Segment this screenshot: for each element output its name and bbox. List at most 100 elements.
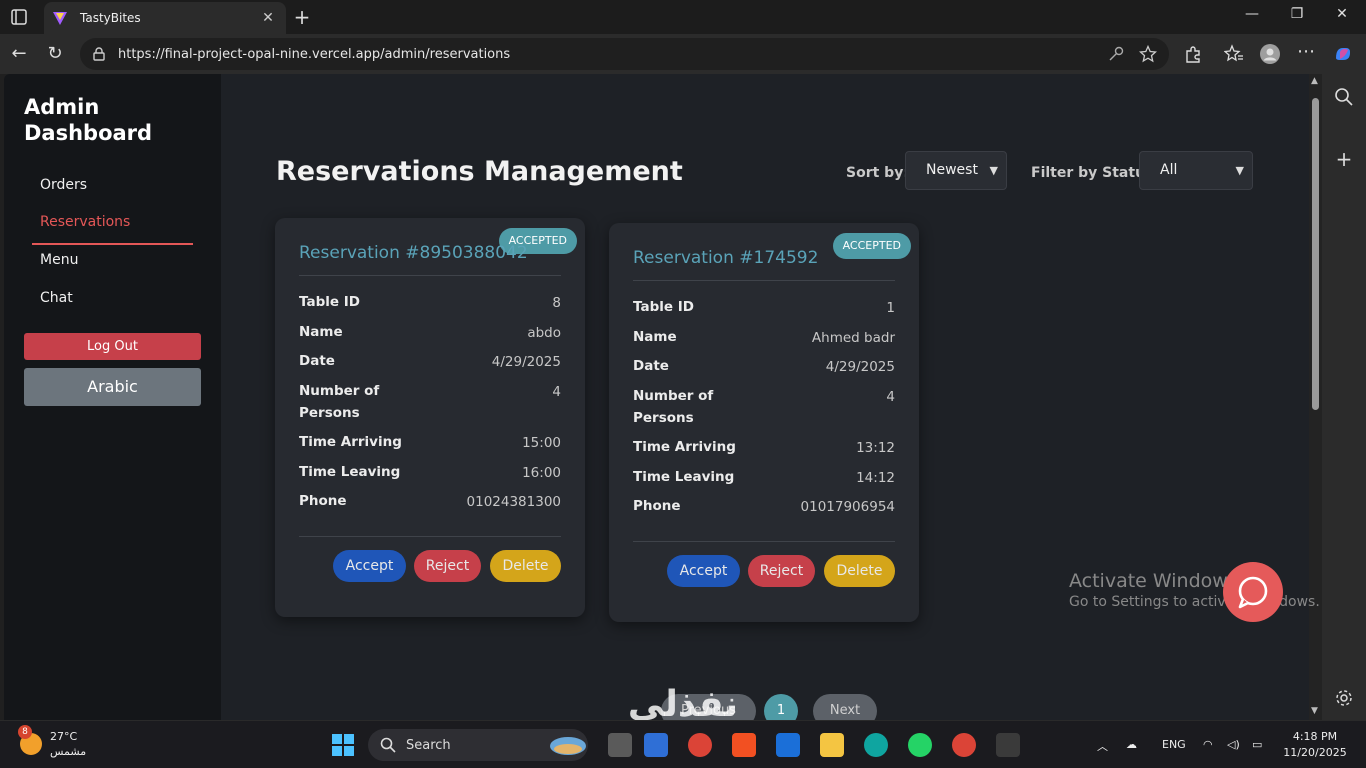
page-1-button[interactable]: 1: [764, 694, 798, 720]
accept-button[interactable]: Accept: [667, 555, 740, 587]
next-page-button[interactable]: Next: [813, 694, 877, 720]
name-label: Name: [299, 324, 343, 340]
minimize-icon[interactable]: —: [1242, 6, 1262, 22]
persons-value: 4: [552, 384, 561, 400]
reject-button[interactable]: Reject: [748, 555, 815, 587]
chevron-down-icon: ▼: [989, 164, 998, 177]
key-icon[interactable]: [1107, 45, 1125, 63]
widgets-app-icon[interactable]: [644, 733, 668, 757]
time-leaving-label: Time Leaving: [633, 469, 735, 485]
scroll-up-icon[interactable]: ▲: [1311, 76, 1318, 86]
logout-button[interactable]: Log Out: [24, 333, 201, 360]
delete-button[interactable]: Delete: [490, 550, 561, 582]
tab-title: TastyBites: [80, 11, 141, 25]
chat-button[interactable]: [1223, 562, 1283, 622]
sort-selected-value: Newest: [926, 162, 978, 178]
phone-value: 01017906954: [800, 499, 895, 515]
sidebar-item-menu[interactable]: Menu: [40, 252, 78, 268]
chat-bubble-icon: [1238, 576, 1268, 609]
reservation-title: Reservation #174592: [633, 248, 819, 268]
language-indicator[interactable]: ENG: [1162, 738, 1186, 751]
sidebar-item-chat[interactable]: Chat: [40, 290, 73, 306]
more-options-icon[interactable]: ⋯: [1295, 41, 1317, 63]
name-value: Ahmed badr: [811, 330, 895, 346]
web-page: Admin Dashboard Orders Reservations Menu…: [4, 74, 1322, 720]
date-value: 4/29/2025: [491, 354, 561, 370]
active-item-underline: [32, 243, 193, 245]
status-badge: ACCEPTED: [832, 233, 911, 259]
close-window-icon[interactable]: ✕: [1332, 6, 1352, 22]
scrollbar-thumb[interactable]: [1312, 98, 1319, 410]
windows-taskbar: 8 27°C مشمس Search ︿ ☁ ENG ◠ ◁) ▭ 4:18 P…: [0, 720, 1366, 768]
sidebar-title: Admin Dashboard: [24, 95, 153, 145]
extensions-icon[interactable]: [1183, 44, 1203, 64]
wifi-icon[interactable]: ◠: [1203, 738, 1213, 751]
taskbar-search[interactable]: Search: [368, 729, 588, 761]
profile-avatar-icon[interactable]: [1260, 44, 1280, 64]
settings-gear-icon[interactable]: [1334, 688, 1354, 708]
name-label: Name: [633, 329, 677, 345]
admin-sidebar: Admin Dashboard Orders Reservations Menu…: [4, 74, 221, 720]
main-content: Reservations Management Sort by: Newest …: [221, 74, 1309, 720]
copilot-icon[interactable]: [1333, 44, 1353, 64]
scroll-down-icon[interactable]: ▼: [1311, 706, 1318, 716]
onedrive-cloud-icon[interactable]: ☁: [1126, 738, 1137, 751]
tray-overflow-chevron-icon[interactable]: ︿: [1097, 738, 1108, 754]
chrome-icon[interactable]: [688, 733, 712, 757]
previous-page-button[interactable]: Previous: [661, 694, 756, 720]
close-tab-icon[interactable]: ✕: [258, 10, 278, 26]
table-id-value: 8: [552, 295, 561, 311]
new-tab-icon[interactable]: +: [292, 5, 312, 29]
sidebar-item-reservations[interactable]: Reservations: [40, 214, 130, 230]
site-info-icon[interactable]: [92, 47, 106, 61]
chevron-down-icon: ▼: [1235, 164, 1244, 177]
name-value: abdo: [527, 325, 561, 341]
table-id-value: 1: [886, 300, 895, 316]
page-title: Reservations Management: [276, 156, 683, 187]
time-arriving-value: 15:00: [522, 435, 561, 451]
divider: [633, 541, 895, 542]
status-filter-select[interactable]: All ▼: [1139, 151, 1253, 190]
reject-button[interactable]: Reject: [414, 550, 481, 582]
delete-button[interactable]: Delete: [824, 555, 895, 587]
battery-icon[interactable]: ▭: [1252, 738, 1262, 751]
refresh-icon[interactable]: ↻: [44, 43, 66, 65]
phone-label: Phone: [299, 493, 347, 509]
tab-actions-icon[interactable]: [10, 8, 28, 26]
accept-button[interactable]: Accept: [333, 550, 406, 582]
search-icon: [380, 737, 396, 753]
address-bar[interactable]: https://final-project-opal-nine.vercel.a…: [80, 38, 1169, 70]
app-icon[interactable]: [996, 733, 1020, 757]
search-label: Search: [406, 737, 451, 753]
file-explorer-icon[interactable]: [820, 733, 844, 757]
arabic-language-button[interactable]: Arabic: [24, 368, 201, 406]
page-scrollbar[interactable]: ▲ ▼: [1309, 74, 1322, 720]
temperature-text: 27°C: [50, 730, 78, 743]
url-text[interactable]: https://final-project-opal-nine.vercel.a…: [118, 47, 1093, 62]
back-icon[interactable]: ←: [8, 43, 30, 65]
divider: [633, 280, 895, 281]
search-highlight-icon: [550, 737, 586, 755]
sidebar-item-orders[interactable]: Orders: [40, 177, 87, 193]
chrome-profile-icon[interactable]: [952, 733, 976, 757]
favorite-star-icon[interactable]: [1139, 45, 1157, 63]
store-icon[interactable]: [732, 733, 756, 757]
favorites-icon[interactable]: [1224, 44, 1244, 64]
restore-icon[interactable]: ❐: [1287, 6, 1307, 22]
browser-tab[interactable]: TastyBites ✕: [44, 2, 286, 34]
search-icon[interactable]: [1334, 87, 1354, 107]
outlook-icon[interactable]: [776, 733, 800, 757]
windows-start-icon[interactable]: [331, 733, 355, 757]
system-clock[interactable]: 4:18 PM 11/20/2025: [1280, 729, 1350, 761]
persons-label: Number of Persons: [633, 388, 714, 426]
weather-widget[interactable]: 8 27°C مشمس: [18, 725, 87, 759]
volume-icon[interactable]: ◁): [1227, 738, 1240, 751]
add-sidebar-app-icon[interactable]: +: [1334, 149, 1354, 169]
task-view-icon[interactable]: [608, 733, 632, 757]
persons-value: 4: [886, 389, 895, 405]
edge-icon[interactable]: [864, 733, 888, 757]
weather-condition-text: مشمس: [50, 745, 87, 758]
whatsapp-icon[interactable]: [908, 733, 932, 757]
reservation-title: Reservation #8950388042: [299, 243, 528, 263]
sort-select[interactable]: Newest ▼: [905, 151, 1007, 190]
